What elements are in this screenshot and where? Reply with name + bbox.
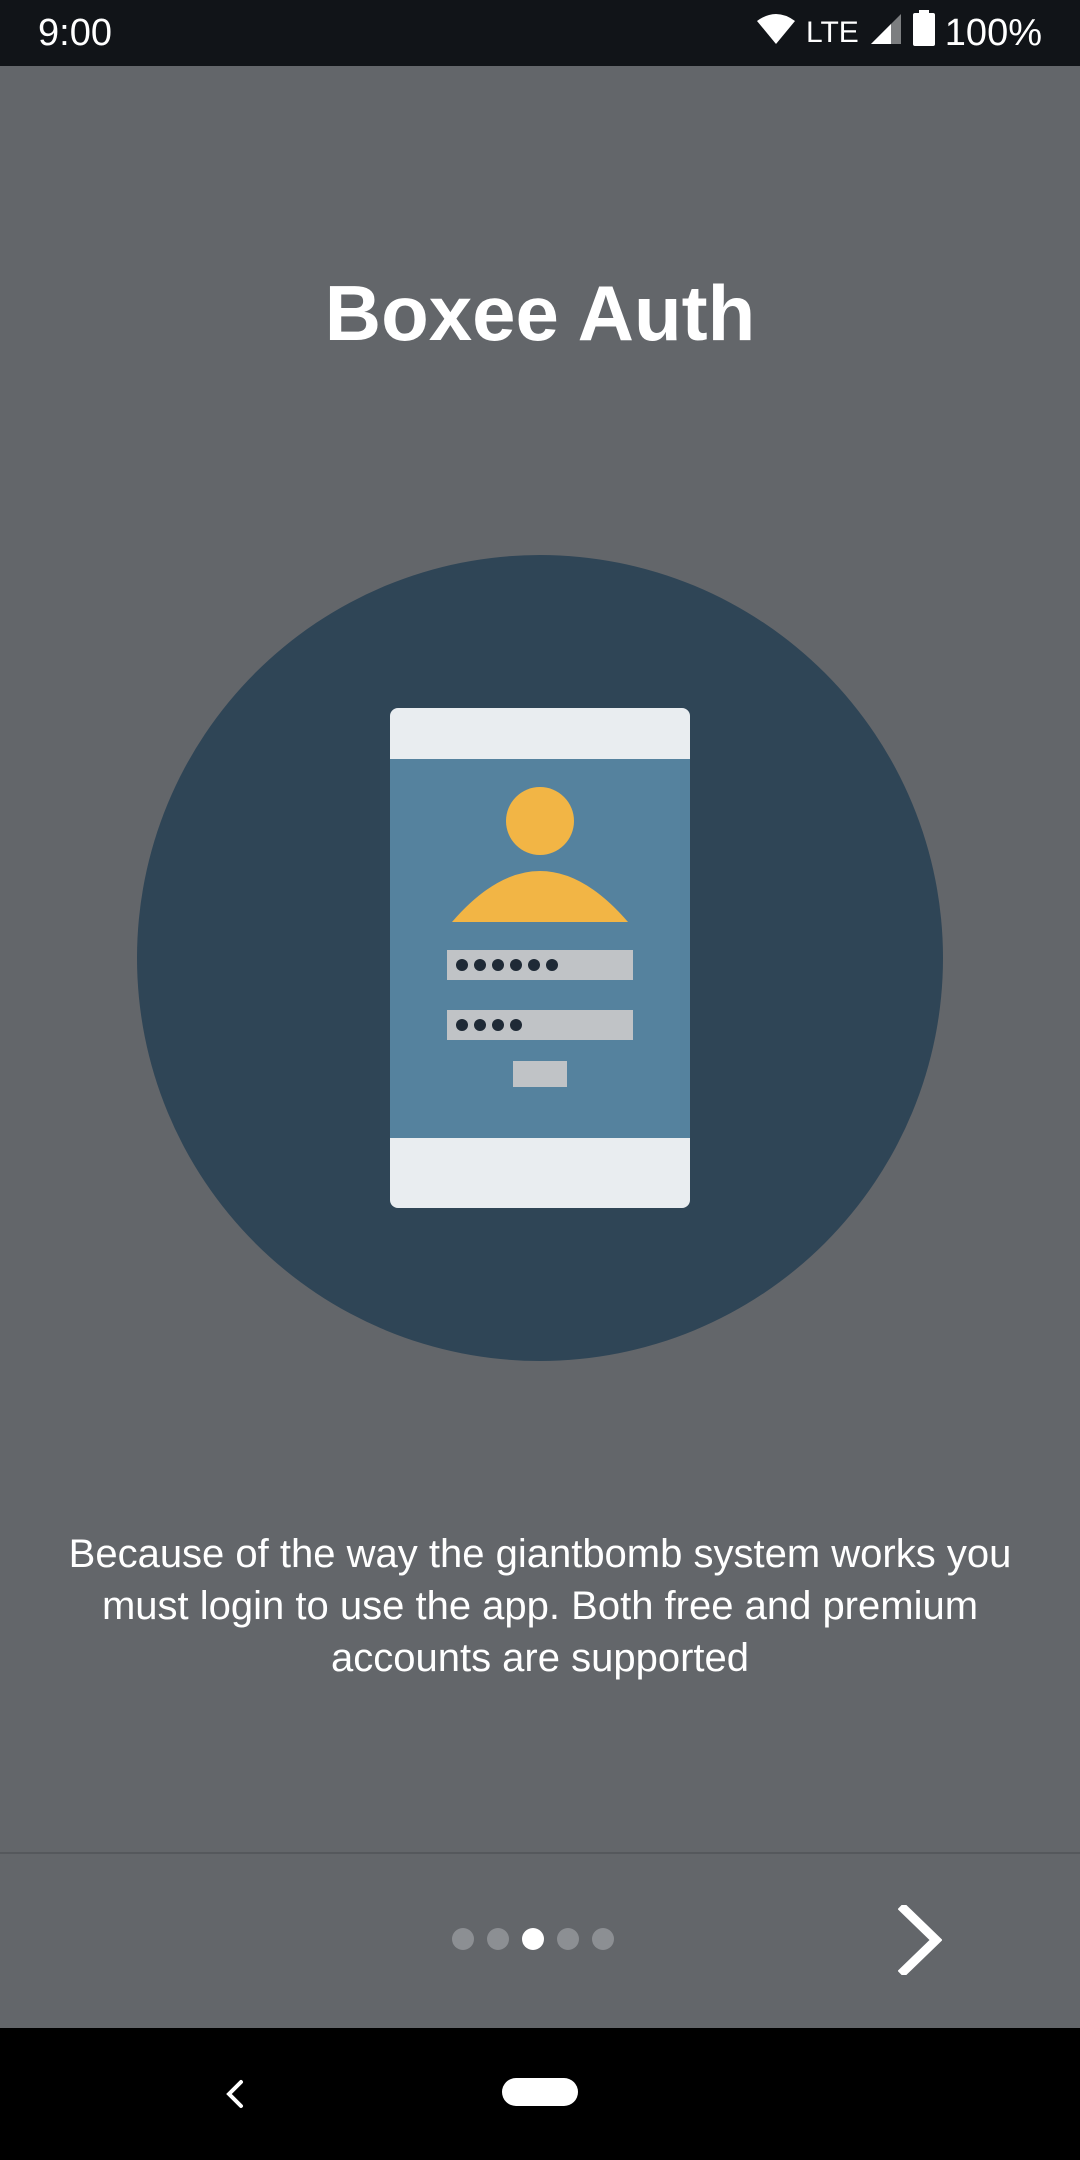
page-dot-3-active — [522, 1928, 544, 1950]
status-time: 9:00 — [38, 12, 112, 54]
back-icon[interactable] — [215, 2070, 255, 2118]
signal-icon — [869, 12, 903, 55]
chevron-right-icon — [898, 1905, 942, 1975]
next-button[interactable] — [880, 1900, 960, 1980]
home-pill-icon[interactable] — [502, 2078, 578, 2106]
description-text: Because of the way the giantbomb system … — [68, 1532, 1012, 1680]
status-bar: 9:00 LTE 100% — [0, 0, 1080, 66]
status-icons: LTE 100% — [756, 10, 1042, 56]
navigation-bar — [0, 2028, 1080, 2160]
page-dot-2 — [487, 1928, 509, 1950]
battery-level: 100% — [944, 11, 1042, 54]
bottom-divider — [0, 1852, 1080, 1854]
phone-login-icon — [137, 555, 943, 1361]
page-dot-5 — [592, 1928, 614, 1950]
page-title: Boxee Auth — [324, 269, 756, 357]
login-button-shape — [513, 1061, 567, 1087]
avatar-head — [506, 787, 574, 855]
page-indicator — [452, 1928, 614, 1950]
wifi-icon — [756, 12, 796, 55]
battery-icon — [912, 10, 935, 56]
page-dot-1 — [452, 1928, 474, 1950]
network-type: LTE — [806, 16, 859, 49]
page-dot-4 — [557, 1928, 579, 1950]
onboarding-screen: 9:00 LTE 100% Boxee Auth Because of the … — [0, 0, 1080, 2160]
